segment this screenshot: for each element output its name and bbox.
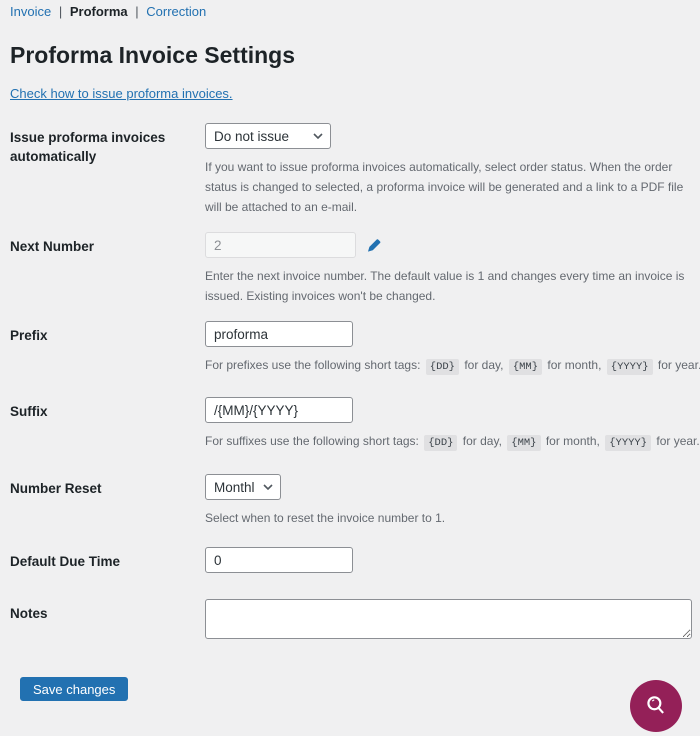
help-link[interactable]: Check how to issue proforma invoices. (10, 85, 233, 102)
default-due-time-input[interactable] (205, 547, 353, 573)
issue-automatically-description: If you want to issue proforma invoices a… (205, 160, 684, 214)
notes-textarea[interactable] (205, 599, 692, 639)
suffix-input[interactable] (205, 397, 353, 423)
row-number-reset: Number Reset Monthly Select when to rese… (10, 474, 690, 528)
short-tag-dd: {DD} (424, 435, 458, 451)
short-tag-yyyy-text: for year. (656, 434, 700, 448)
number-reset-description: Select when to reset the invoice number … (205, 511, 446, 525)
short-tag-dd-text: for day, (462, 434, 502, 448)
settings-page: Invoice | Proforma | Correction Proforma… (0, 0, 700, 701)
proforma-settings-form: Issue proforma invoices automatically Do… (10, 123, 700, 639)
tab-correction[interactable]: Correction (146, 4, 206, 19)
row-default-due-time: Default Due Time (10, 547, 690, 573)
invoice-type-tabs: Invoice | Proforma | Correction (10, 3, 690, 20)
suffix-description: For suffixes use the following short tag… (205, 431, 700, 453)
tab-separator: | (135, 4, 139, 19)
suffix-description-lead: For suffixes use the following short tag… (205, 434, 419, 448)
short-tag-mm: {MM} (507, 435, 541, 451)
prefix-description-lead: For prefixes use the following short tag… (205, 358, 421, 372)
issue-automatically-select[interactable]: Do not issue (205, 123, 331, 149)
short-tag-mm-text: for month, (547, 358, 602, 372)
row-prefix: Prefix For prefixes use the following sh… (10, 321, 700, 377)
edit-next-number-button[interactable] (365, 236, 383, 254)
number-reset-label: Number Reset (10, 481, 102, 496)
row-next-number: Next Number Enter the next invoice numbe… (10, 232, 690, 306)
short-tag-yyyy: {YYYY} (605, 435, 652, 451)
issue-automatically-select-wrap: Do not issue (205, 123, 331, 149)
short-tag-yyyy-text: for year. (657, 358, 700, 372)
short-tag-mm: {MM} (508, 359, 543, 375)
save-changes-button[interactable]: Save changes (20, 677, 129, 701)
next-number-input (205, 232, 356, 258)
row-issue-automatically: Issue proforma invoices automatically Do… (10, 123, 690, 217)
pencil-icon (367, 238, 381, 252)
short-tag-mm-text: for month, (545, 434, 600, 448)
tab-separator: | (58, 4, 63, 19)
default-due-time-label: Default Due Time (10, 554, 121, 569)
tab-proforma[interactable]: Proforma (70, 4, 128, 19)
floating-search-button[interactable] (630, 680, 682, 732)
prefix-label: Prefix (10, 328, 48, 343)
issue-automatically-label: Issue proforma invoices automatically (10, 130, 166, 164)
row-suffix: Suffix For suffixes use the following sh… (10, 397, 700, 453)
suffix-label: Suffix (10, 404, 48, 419)
prefix-description: For prefixes use the following short tag… (205, 355, 700, 377)
next-number-description: Enter the next invoice number. The defau… (205, 269, 685, 303)
page-title: Proforma Invoice Settings (10, 42, 296, 68)
prefix-input[interactable] (205, 321, 353, 347)
tab-invoice[interactable]: Invoice (10, 4, 51, 19)
next-number-label: Next Number (10, 239, 95, 254)
short-tag-dd-text: for day, (464, 358, 504, 372)
search-icon (647, 696, 664, 714)
number-reset-select-wrap: Monthly (205, 474, 281, 500)
number-reset-select[interactable]: Monthly (205, 474, 281, 500)
row-notes: Notes (10, 599, 692, 639)
notes-label: Notes (10, 606, 48, 621)
short-tag-dd: {DD} (425, 359, 459, 375)
short-tag-yyyy: {YYYY} (606, 359, 653, 375)
